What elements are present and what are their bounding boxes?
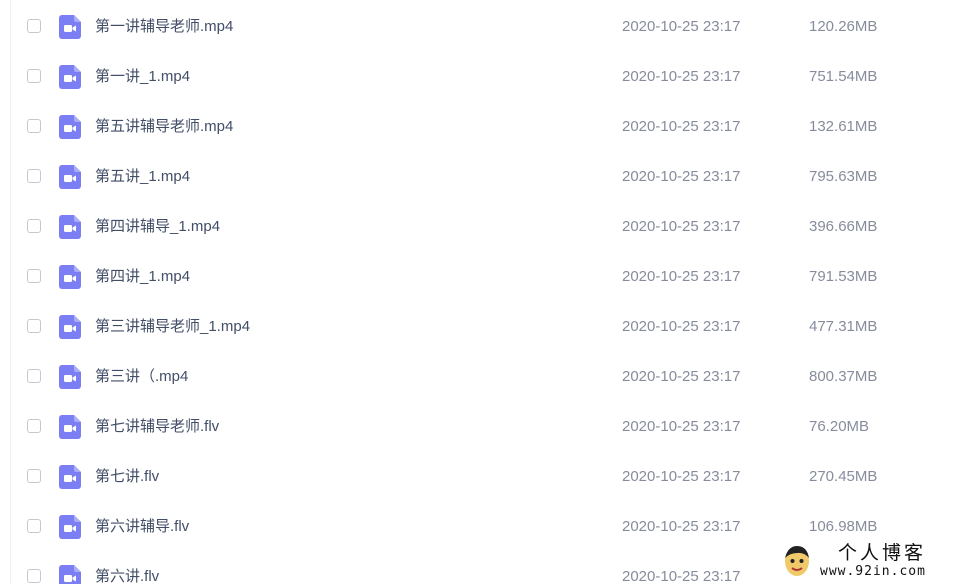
file-modified-date: 2020-10-25 23:17 <box>622 518 741 535</box>
row-checkbox[interactable] <box>27 269 41 283</box>
file-name[interactable]: 第七讲辅导老师.flv <box>95 417 219 437</box>
video-file-icon <box>59 265 81 289</box>
file-name[interactable]: 第一讲_1.mp4 <box>95 67 190 87</box>
file-modified-date: 2020-10-25 23:17 <box>622 318 741 335</box>
video-file-icon <box>59 115 81 139</box>
file-name[interactable]: 第三讲（.mp4 <box>95 367 188 387</box>
file-row[interactable]: 第三讲辅导老师_1.mp4 2020-10-25 23:17 477.31MB <box>10 302 972 352</box>
file-modified-date: 2020-10-25 23:17 <box>622 268 741 285</box>
row-checkbox[interactable] <box>27 119 41 133</box>
file-size: 106.98MB <box>809 518 878 535</box>
file-name[interactable]: 第五讲辅导老师.mp4 <box>95 117 233 137</box>
file-list: 第一讲辅导老师.mp4 2020-10-25 23:17 120.26MB 第一… <box>10 2 972 584</box>
file-modified-date: 2020-10-25 23:17 <box>622 118 741 135</box>
row-checkbox[interactable] <box>27 419 41 433</box>
file-size: 120.26MB <box>809 18 878 35</box>
file-name[interactable]: 第三讲辅导老师_1.mp4 <box>95 317 250 337</box>
watermark-title: 个人博客 <box>838 542 927 564</box>
video-file-icon <box>59 315 81 339</box>
video-file-icon <box>59 15 81 39</box>
video-file-icon <box>59 215 81 239</box>
file-size: 396.66MB <box>809 218 878 235</box>
file-size: 76.20MB <box>809 418 870 435</box>
video-file-icon <box>59 565 81 584</box>
file-row[interactable]: 第七讲.flv 2020-10-25 23:17 270.45MB <box>10 452 972 502</box>
file-size: 800.37MB <box>809 368 878 385</box>
row-checkbox[interactable] <box>27 319 41 333</box>
file-name[interactable]: 第四讲辅导_1.mp4 <box>95 217 220 237</box>
file-row[interactable]: 第四讲_1.mp4 2020-10-25 23:17 791.53MB <box>10 252 972 302</box>
file-modified-date: 2020-10-25 23:17 <box>622 168 741 185</box>
file-modified-date: 2020-10-25 23:17 <box>622 468 741 485</box>
file-row[interactable]: 第五讲辅导老师.mp4 2020-10-25 23:17 132.61MB <box>10 102 972 152</box>
file-name[interactable]: 第五讲_1.mp4 <box>95 167 190 187</box>
file-modified-date: 2020-10-25 23:17 <box>622 418 741 435</box>
file-size: 751.54MB <box>809 68 878 85</box>
file-row[interactable]: 第五讲_1.mp4 2020-10-25 23:17 795.63MB <box>10 152 972 202</box>
file-modified-date: 2020-10-25 23:17 <box>622 368 741 385</box>
file-row[interactable]: 第一讲辅导老师.mp4 2020-10-25 23:17 120.26MB <box>10 2 972 52</box>
file-size: 270.45MB <box>809 468 878 485</box>
file-size: 132.61MB <box>809 118 878 135</box>
video-file-icon <box>59 415 81 439</box>
file-row[interactable]: 第七讲辅导老师.flv 2020-10-25 23:17 76.20MB <box>10 402 972 452</box>
file-name[interactable]: 第六讲.flv <box>95 567 159 584</box>
file-size: 795.63MB <box>809 168 878 185</box>
row-checkbox[interactable] <box>27 69 41 83</box>
file-modified-date: 2020-10-25 23:17 <box>622 68 741 85</box>
file-row[interactable]: 第四讲辅导_1.mp4 2020-10-25 23:17 396.66MB <box>10 202 972 252</box>
row-checkbox[interactable] <box>27 19 41 33</box>
row-checkbox[interactable] <box>27 369 41 383</box>
blog-watermark: 个人博客 www.92in.com <box>776 540 972 584</box>
video-file-icon <box>59 365 81 389</box>
file-size: 791.53MB <box>809 268 878 285</box>
watermark-avatar-icon <box>782 544 812 578</box>
video-file-icon <box>59 65 81 89</box>
video-file-icon <box>59 165 81 189</box>
file-size: 477.31MB <box>809 318 878 335</box>
file-browser: 第一讲辅导老师.mp4 2020-10-25 23:17 120.26MB 第一… <box>0 0 972 584</box>
file-name[interactable]: 第四讲_1.mp4 <box>95 267 190 287</box>
file-row[interactable]: 第三讲（.mp4 2020-10-25 23:17 800.37MB <box>10 352 972 402</box>
file-modified-date: 2020-10-25 23:17 <box>622 568 741 584</box>
file-name[interactable]: 第一讲辅导老师.mp4 <box>95 17 233 37</box>
row-checkbox[interactable] <box>27 519 41 533</box>
video-file-icon <box>59 465 81 489</box>
file-row[interactable]: 第一讲_1.mp4 2020-10-25 23:17 751.54MB <box>10 52 972 102</box>
video-file-icon <box>59 515 81 539</box>
file-name[interactable]: 第七讲.flv <box>95 467 159 487</box>
file-modified-date: 2020-10-25 23:17 <box>622 218 741 235</box>
file-name[interactable]: 第六讲辅导.flv <box>95 517 189 537</box>
row-checkbox[interactable] <box>27 169 41 183</box>
watermark-url: www.92in.com <box>820 564 926 579</box>
row-checkbox[interactable] <box>27 569 41 583</box>
row-checkbox[interactable] <box>27 219 41 233</box>
row-checkbox[interactable] <box>27 469 41 483</box>
file-modified-date: 2020-10-25 23:17 <box>622 18 741 35</box>
